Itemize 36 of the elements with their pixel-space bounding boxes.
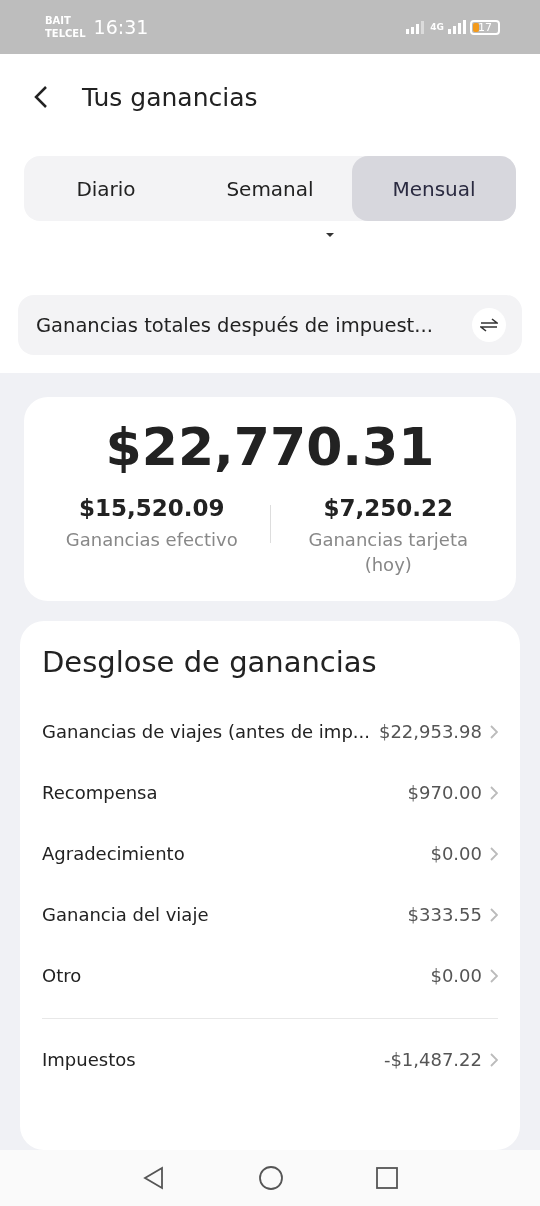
period-tab[interactable]: Mensual [352,156,516,221]
recents-icon[interactable] [376,1167,398,1189]
breakdown-row[interactable]: Impuestos -$1,487.22 [42,1029,498,1090]
signal-icon [406,20,427,34]
carrier-name: BAIT [45,14,72,27]
back-icon[interactable] [142,1166,166,1190]
swap-icon [472,308,506,342]
earnings-amount: $7,250.22 [323,495,453,521]
signal-icon [448,20,466,34]
breakdown-row[interactable]: Recompensa $970.00 [42,762,498,823]
summary-selector[interactable]: Ganancias totales después de impuest... [18,295,522,355]
network-type: 4G [430,22,444,32]
earnings-amount: $15,520.09 [79,495,225,521]
chevron-icon [490,968,498,983]
carrier-name: TELCEL [45,27,86,40]
clock-time: 16:31 [93,16,149,38]
breakdown-row[interactable]: Ganancias de viajes (antes de imp... $22,953.98 [42,701,498,762]
page-title: Tus ganancias [82,82,258,112]
breakdown-row[interactable]: Otro $0.00 [42,945,498,1006]
caret-icon[interactable] [325,231,335,239]
period-tab[interactable]: Diario [24,156,188,221]
chevron-icon [490,785,498,800]
chevron-icon [490,724,498,739]
total-amount: $22,770.31 [105,417,435,477]
back-icon[interactable] [34,85,48,109]
breakdown-row[interactable]: Ganancia del viaje $333.55 [42,884,498,945]
earnings-label: Ganancias efectivo [65,528,238,552]
chevron-icon [490,1052,498,1067]
battery-level: 17 [470,19,500,35]
earnings-label: Ganancias tarjeta (hoy) [307,528,469,577]
chevron-icon [490,907,498,922]
period-tab[interactable]: Semanal [188,156,352,221]
home-icon[interactable] [258,1165,284,1191]
section-title: Desglose de ganancias [42,645,378,679]
breakdown-row[interactable]: Agradecimiento $0.00 [42,823,498,884]
chevron-icon [490,846,498,861]
